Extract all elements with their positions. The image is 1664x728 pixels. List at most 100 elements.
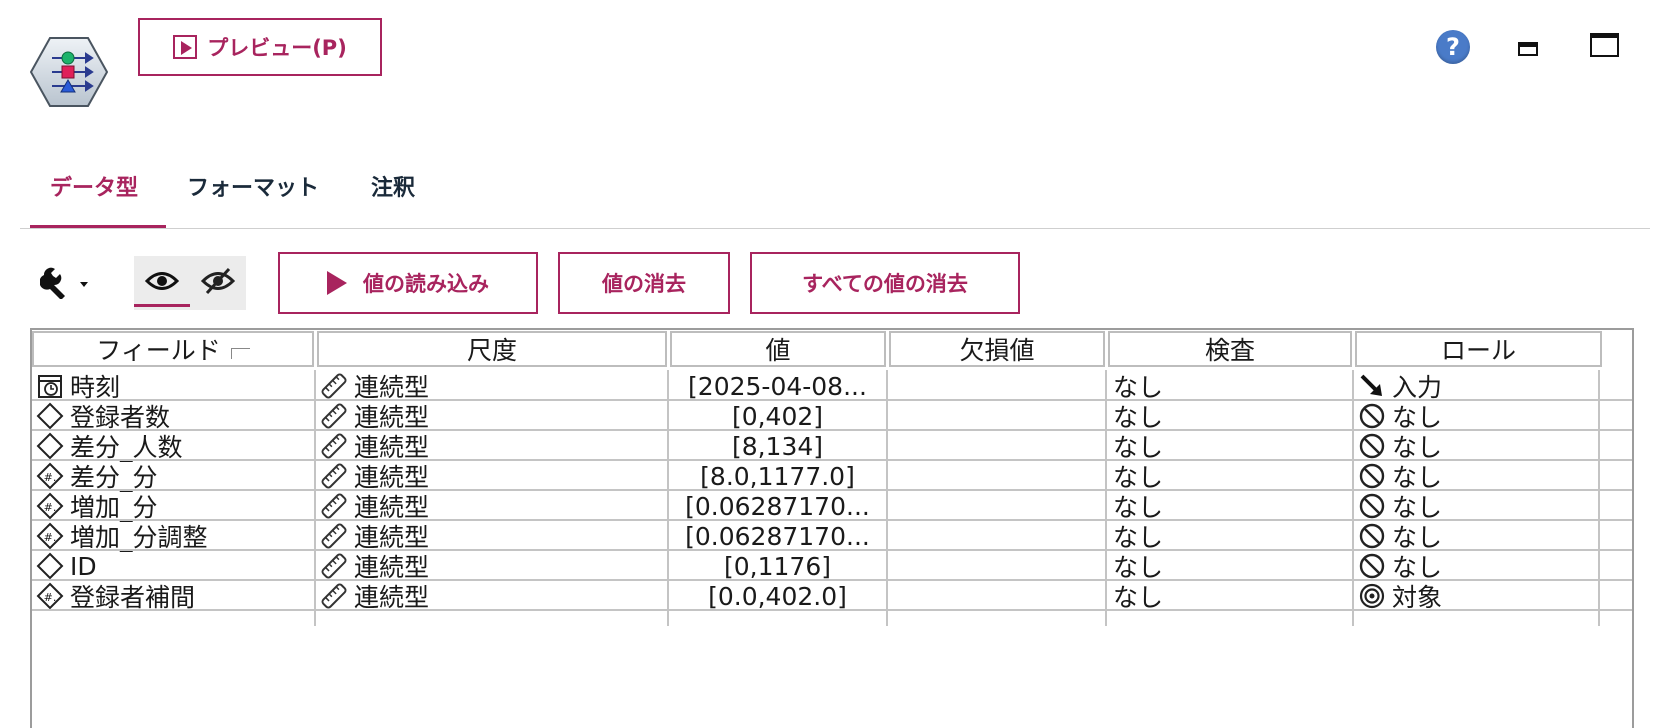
cell-field[interactable]: 登録者数 <box>32 400 314 432</box>
cell-check[interactable]: なし <box>1107 460 1352 492</box>
none-icon <box>1358 492 1386 520</box>
cell-check[interactable]: なし <box>1107 490 1352 522</box>
help-icon[interactable]: ? <box>1436 30 1470 64</box>
wrench-dropdown-icon[interactable] <box>39 265 94 300</box>
cell-role[interactable]: なし <box>1354 520 1598 552</box>
cell-check-text: なし <box>1113 403 1164 432</box>
cell-role[interactable]: なし <box>1354 460 1598 492</box>
cell-check[interactable]: なし <box>1107 400 1352 432</box>
cell-check[interactable]: なし <box>1107 430 1352 462</box>
minimize-icon[interactable] <box>1518 42 1538 56</box>
svg-text:#.: #. <box>44 531 57 544</box>
cell-measure[interactable]: 連続型 <box>316 370 667 402</box>
table-row[interactable]: 登録者数 連続型 [0,402] なし なし <box>32 400 1632 432</box>
cell-measure[interactable]: 連続型 <box>316 460 667 492</box>
tab-format[interactable]: フォーマット <box>187 170 319 202</box>
cell-role-text: 対象 <box>1392 583 1443 612</box>
cell-check[interactable]: なし <box>1107 370 1352 402</box>
column-header-check[interactable]: 検査 <box>1108 331 1352 367</box>
cell-measure[interactable]: 連続型 <box>316 400 667 432</box>
row-separator <box>32 609 1632 611</box>
cell-values-text: [0,402] <box>731 401 824 431</box>
cell-role[interactable]: 対象 <box>1354 580 1598 612</box>
cell-role[interactable]: なし <box>1354 400 1598 432</box>
cell-measure-text: 連続型 <box>354 403 430 432</box>
column-header-values[interactable]: 値 <box>670 331 886 367</box>
preview-button[interactable]: プレビュー(P) <box>138 18 382 76</box>
cell-measure[interactable]: 連続型 <box>316 580 667 612</box>
svg-text:#.: #. <box>44 501 57 514</box>
column-header-role[interactable]: ロール <box>1355 331 1602 367</box>
cell-values[interactable]: [8.0,1177.0] <box>669 460 886 492</box>
column-header-missing[interactable]: 欠損値 <box>889 331 1105 367</box>
cell-role[interactable]: 入力 <box>1354 370 1598 402</box>
table-row[interactable]: #. 増加_分調整 連続型 [0.06287170... なし なし <box>32 520 1632 552</box>
cell-missing[interactable] <box>888 580 1105 612</box>
sort-indicator-icon <box>230 347 250 359</box>
cell-values[interactable]: [2025-04-08... <box>669 370 886 402</box>
read-values-button[interactable]: 値の読み込み <box>278 252 538 314</box>
clear-values-button[interactable]: 値の消去 <box>558 252 730 314</box>
cell-field[interactable]: #. 差分_分 <box>32 460 314 492</box>
cell-role[interactable]: なし <box>1354 550 1598 582</box>
table-row[interactable]: ID 連続型 [0,1176] なし なし <box>32 550 1632 582</box>
hide-fields-eye-slash-icon[interactable] <box>190 256 246 306</box>
cell-values[interactable]: [8,134] <box>669 430 886 462</box>
cell-measure[interactable]: 連続型 <box>316 490 667 522</box>
cell-field[interactable]: #. 登録者補間 <box>32 580 314 612</box>
cell-check[interactable]: なし <box>1107 580 1352 612</box>
table-row[interactable]: 時刻 連続型 [2025-04-08... なし 入力 <box>32 370 1632 402</box>
cell-values[interactable]: [0.06287170... <box>669 490 886 522</box>
cell-missing[interactable] <box>888 490 1105 522</box>
cell-missing[interactable] <box>888 550 1105 582</box>
cell-missing[interactable] <box>888 400 1105 432</box>
maximize-icon[interactable] <box>1590 33 1619 57</box>
cell-missing[interactable] <box>888 430 1105 462</box>
tab-data-type[interactable]: データ型 <box>50 170 138 202</box>
cell-check[interactable]: なし <box>1107 520 1352 552</box>
ruler-icon <box>320 432 348 460</box>
tab-annotation[interactable]: 注釈 <box>371 170 415 202</box>
cell-field[interactable]: #. 増加_分 <box>32 490 314 522</box>
integer-icon <box>36 552 64 580</box>
integer-icon <box>36 432 64 460</box>
none-icon <box>1358 462 1386 490</box>
cell-measure-text: 連続型 <box>354 463 430 492</box>
cell-check-text: なし <box>1113 583 1164 612</box>
grid-line <box>314 370 316 626</box>
column-header-measure[interactable]: 尺度 <box>317 331 667 367</box>
cell-field[interactable]: #. 増加_分調整 <box>32 520 314 552</box>
cell-values[interactable]: [0.0,402.0] <box>669 580 886 612</box>
cell-check-text: なし <box>1113 373 1164 402</box>
cell-role[interactable]: なし <box>1354 430 1598 462</box>
cell-check-text: なし <box>1113 553 1164 582</box>
clear-all-values-button[interactable]: すべての値の消去 <box>750 252 1020 314</box>
cell-role[interactable]: なし <box>1354 490 1598 522</box>
ruler-icon <box>320 402 348 430</box>
integer-icon <box>36 402 64 430</box>
cell-field[interactable]: ID <box>32 550 314 582</box>
show-fields-eye-icon[interactable] <box>134 256 190 306</box>
cell-role-text: なし <box>1392 463 1443 492</box>
cell-field[interactable]: 差分_人数 <box>32 430 314 462</box>
cell-measure[interactable]: 連続型 <box>316 430 667 462</box>
table-row[interactable]: #. 登録者補間 連続型 [0.0,402.0] なし 対象 <box>32 580 1632 612</box>
cell-values-text: [8.0,1177.0] <box>700 461 855 491</box>
cell-missing[interactable] <box>888 520 1105 552</box>
cell-values[interactable]: [0.06287170... <box>669 520 886 552</box>
cell-check[interactable]: なし <box>1107 550 1352 582</box>
cell-measure[interactable]: 連続型 <box>316 520 667 552</box>
table-row[interactable]: 差分_人数 連続型 [8,134] なし なし <box>32 430 1632 462</box>
table-row[interactable]: #. 増加_分 連続型 [0.06287170... なし なし <box>32 490 1632 522</box>
cell-missing[interactable] <box>888 460 1105 492</box>
cell-measure[interactable]: 連続型 <box>316 550 667 582</box>
cell-missing[interactable] <box>888 370 1105 402</box>
cell-values[interactable]: [0,402] <box>669 400 886 432</box>
cell-measure-text: 連続型 <box>354 493 430 522</box>
table-row[interactable]: #. 差分_分 連続型 [8.0,1177.0] なし なし <box>32 460 1632 492</box>
cell-field[interactable]: 時刻 <box>32 370 314 402</box>
real-icon: #. <box>36 522 64 550</box>
column-header-check-label: 検査 <box>1204 336 1255 365</box>
column-header-field[interactable]: フィールド <box>32 331 314 367</box>
cell-values[interactable]: [0,1176] <box>669 550 886 582</box>
